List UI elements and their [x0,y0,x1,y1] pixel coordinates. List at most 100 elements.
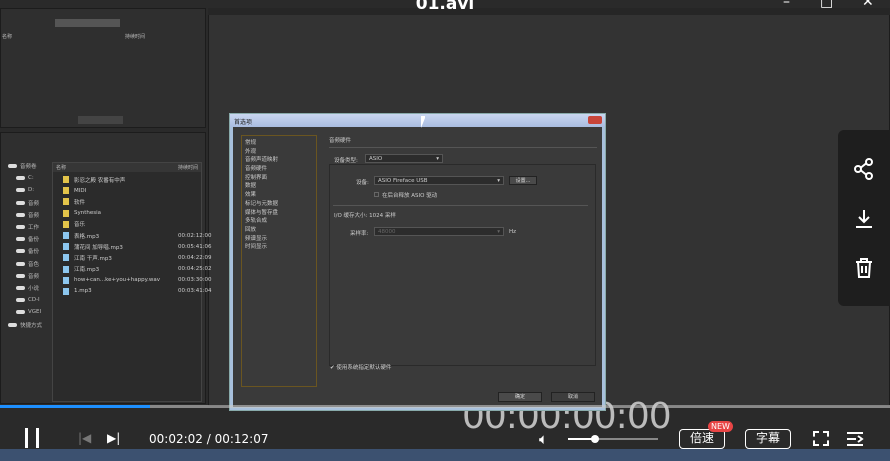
pause-button[interactable] [22,428,42,448]
checkbox-box[interactable] [374,192,379,197]
file-row[interactable]: how+can...ke+you+happy.wav 00:03:30:00 [63,275,212,286]
tree-item[interactable]: 音频 [8,209,50,221]
category-item[interactable]: 标记与元数据 [245,199,313,208]
playlist-icon[interactable] [846,431,864,447]
tree-item[interactable]: 小说 [8,282,50,294]
close-button[interactable]: ✕ [862,0,874,10]
device-label: 设备: [356,180,369,186]
file-list-header-duration[interactable]: 持续时间 [178,164,198,171]
sample-rate-unit: Hz [509,229,517,235]
io-buffer-label: I/O 缓存大小: 1024 采样 [334,213,396,219]
audio-file-icon [63,254,69,262]
device-select[interactable]: ASIO Fireface USB ▾ [374,176,504,185]
maximize-button[interactable]: □ [820,0,833,10]
category-item[interactable]: 控制界面 [245,173,313,182]
folder-icon [63,198,69,206]
progress-fill [0,405,150,408]
default-hardware-checkbox[interactable]: ✔ 使用系统指定默认硬件 [330,363,391,371]
sample-rate-label: 采样率: [350,231,369,237]
divider [333,205,588,206]
file-row[interactable]: MIDI [63,185,201,196]
cancel-button[interactable]: 取消 [551,392,595,402]
category-item[interactable]: 数据 [245,181,313,190]
share-icon[interactable] [853,158,875,180]
category-list[interactable]: 常规 外观 音频声道映射 音频硬件 控制界面 数据 效果 标记与元数据 媒体与暂存盘 多轨合成 回放… [241,135,317,387]
tree-item[interactable]: C: [8,172,50,184]
tree-item[interactable]: 工作 [8,221,50,233]
folder-icon [63,176,69,184]
category-item[interactable]: 媒体与暂存盘 [245,208,313,217]
check-icon: ✔ [330,365,335,371]
tree-item[interactable]: 快捷方式 [8,318,50,330]
file-name: 蒲花间 加导唱.mp3 [74,244,123,251]
fullscreen-icon[interactable] [813,431,829,446]
settings-group [329,164,596,366]
taskbar [0,449,890,461]
file-list: 名称 持续时间 影忍之殿 农番有中声 MIDI 软件 Synthesia 音乐 表格.mp… [52,162,212,402]
tree-item[interactable]: 音频卷 [8,160,50,172]
file-name: 江南.mp3 [74,267,100,274]
volume-slider[interactable] [568,435,658,443]
file-row[interactable]: 蒲花间 加导唱.mp3 00:05:41:06 [63,241,212,252]
file-row[interactable]: 软件 [63,196,201,207]
file-row[interactable]: 表格.mp3 00:02:12:00 [63,230,212,241]
category-item[interactable]: 频谱显示 [245,234,313,243]
progress-bar[interactable] [0,405,890,408]
ok-button[interactable]: 确定 [498,392,542,402]
tree-item[interactable]: CD-I [8,294,50,306]
settings-button[interactable]: 设置... [509,176,537,185]
folder-icon [63,209,69,217]
tree-item[interactable]: 备份 [8,245,50,257]
audio-file-icon [63,276,69,284]
file-name: Synthesia [74,210,102,217]
tree-item[interactable]: 音频 [8,197,50,209]
file-duration: 00:02:12:00 [178,232,212,239]
previous-icon[interactable]: |◀ [78,432,92,444]
next-icon[interactable]: ▶| [107,432,123,444]
speed-button[interactable]: 倍速 [679,429,725,449]
release-asio-checkbox[interactable]: 在后台释放 ASIO 驱动 [374,191,437,199]
folder-tree: 音频卷 C: D: 音频 音频 工作 备份 备份 音色 音频 小说 CD-I V… [8,160,50,331]
release-asio-label: 在后台释放 ASIO 驱动 [382,193,438,199]
minimize-button[interactable]: – [783,0,790,10]
subtitle-button[interactable]: 字幕 [745,429,791,449]
file-row[interactable]: 音乐 [63,219,201,230]
audio-file-icon [63,265,69,273]
dialog-title: 首选项 [230,114,605,127]
delete-icon[interactable] [853,257,875,279]
file-row[interactable]: 江南 干声.mp3 00:04:22:09 [63,252,212,263]
category-item[interactable]: 外观 [245,147,313,156]
audio-file-icon [63,243,69,251]
tree-item[interactable]: D: [8,184,50,196]
file-name: 音乐 [74,222,86,229]
file-name: 1.mp3 [74,288,92,295]
volume-icon[interactable]: 🔈︎ [539,430,548,448]
tree-item[interactable]: 备份 [8,233,50,245]
file-duration: 00:04:25:02 [178,266,212,273]
tree-item[interactable]: 音频 [8,270,50,282]
dialog-close-button[interactable] [588,116,602,124]
file-list-header-name[interactable]: 名称 [56,164,66,171]
panel-buttons[interactable] [78,116,123,124]
device-class-select[interactable]: ASIO ▾ [365,154,443,163]
file-row[interactable]: Synthesia [63,208,201,219]
tree-item[interactable]: VGEI [8,306,50,318]
category-item[interactable]: 时间显示 [245,242,313,251]
file-row[interactable]: 1.mp3 00:03:41:04 [63,286,212,297]
category-item[interactable]: 音频声道映射 [245,155,313,164]
tree-item[interactable]: 音色 [8,258,50,270]
category-item[interactable]: 常规 [245,138,313,147]
sample-rate-value: 48000 [378,229,396,235]
time-display: 00:02:02 / 00:12:07 [149,432,268,446]
category-item[interactable]: 多轨合成 [245,216,313,225]
category-item[interactable]: 回放 [245,225,313,234]
audio-file-icon [63,287,69,295]
file-name: 表格.mp3 [74,233,100,240]
column-header-duration: 持续时间 [125,34,146,40]
file-row[interactable]: 江南.mp3 00:04:25:02 [63,264,212,275]
category-item[interactable]: 音频硬件 [245,164,313,173]
download-icon[interactable] [853,208,875,230]
volume-handle[interactable] [591,435,599,443]
file-row[interactable]: 影忍之殿 农番有中声 [63,174,201,185]
category-item[interactable]: 效果 [245,190,313,199]
